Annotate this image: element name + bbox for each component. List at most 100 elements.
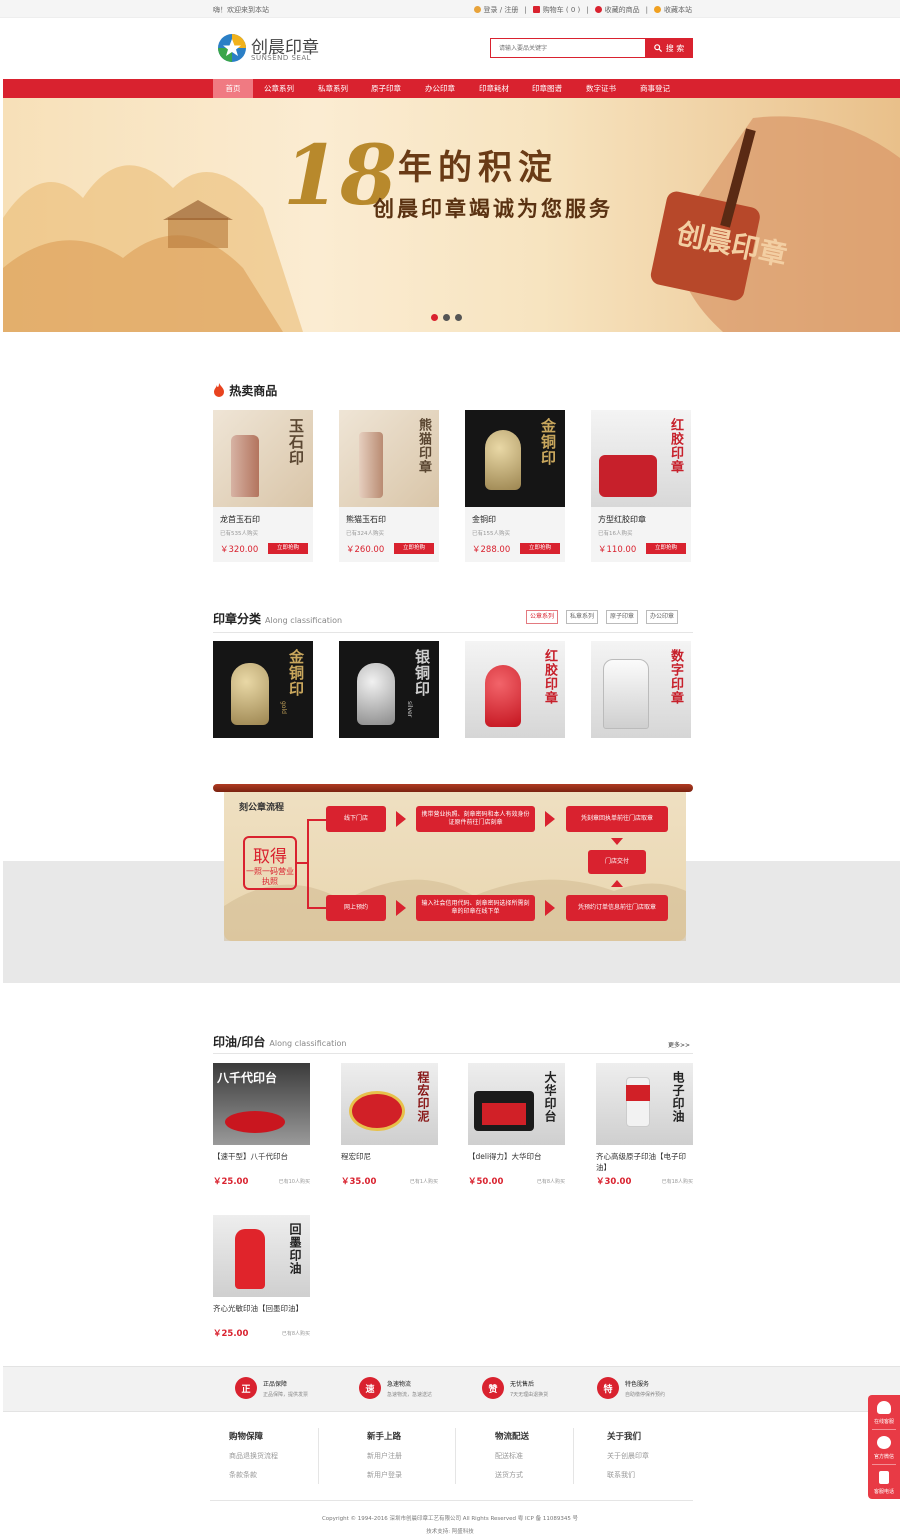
nav-digital-cert[interactable]: 数字证书 — [579, 79, 623, 98]
footer-link[interactable]: 商品退换货流程 — [229, 1451, 278, 1461]
product-price: ￥260.00 — [346, 545, 385, 555]
nav-office-seals[interactable]: 办公印章 — [418, 79, 462, 98]
tab-atomic-seals[interactable]: 原子印章 — [606, 610, 639, 624]
ink-product-card[interactable]: 八千代印台 【速干型】八千代印台 ￥25.00 已有10人购买 — [213, 1063, 310, 1187]
footer-link[interactable]: 关于创晨印章 — [607, 1451, 649, 1461]
cart-link[interactable]: 购物车 ( 0 ) — [532, 5, 580, 15]
category-item[interactable]: 数字印章 — [591, 641, 691, 738]
search-input[interactable] — [490, 38, 645, 58]
product-name: 熊猫玉石印 — [346, 515, 386, 524]
buy-now-button[interactable]: 立即抢购 — [394, 543, 434, 554]
nav-private-seals[interactable]: 私章系列 — [311, 79, 355, 98]
footer-heading: 物流配送 — [495, 1432, 530, 1442]
product-price: ￥288.00 — [472, 545, 511, 555]
footer-column: 新手上路 新用户注册 新用户登录 — [367, 1430, 402, 1489]
product-image-label: 玉石印 — [287, 418, 305, 466]
carousel-dot[interactable] — [443, 314, 450, 321]
online-pickup-step: 凭预约订单信息前往门店取章 — [566, 895, 668, 921]
product-card[interactable]: 玉石印 龙首玉石印 已有535人购买 ￥320.00 立即抢购 — [213, 410, 313, 562]
special-service-icon: 特 — [597, 1377, 619, 1399]
footer-link[interactable]: 送货方式 — [495, 1470, 529, 1480]
tab-office-seals[interactable]: 办公印章 — [646, 610, 679, 624]
footer-link[interactable]: 条款条款 — [229, 1470, 278, 1480]
footer-column: 购物保障 商品退换货流程 条款条款 — [229, 1430, 278, 1489]
nav-atomic-seals[interactable]: 原子印章 — [364, 79, 408, 98]
favorite-products-link[interactable]: 收藏的商品 — [594, 5, 640, 15]
wechat-button[interactable]: 官方微信 — [868, 1430, 900, 1464]
arrow-right-icon — [545, 811, 555, 827]
buy-now-button[interactable]: 立即抢购 — [520, 543, 560, 554]
favorite-site-link[interactable]: 收藏本站 — [654, 5, 692, 15]
product-image: 玉石印 — [213, 410, 313, 507]
login-link[interactable]: 登录 / 注册 — [473, 5, 518, 15]
ink-image-label: 八千代印台 — [217, 1071, 278, 1085]
product-image-label: 熊猫印章 — [416, 418, 431, 474]
carousel-dot[interactable] — [455, 314, 462, 321]
logo-icon[interactable] — [217, 33, 247, 63]
carousel-dots — [431, 314, 462, 321]
ink-product-card[interactable]: 程宏印泥 程宏印尼 ￥35.00 已有1人购买 — [341, 1063, 438, 1187]
footer-link[interactable]: 配送标准 — [495, 1451, 529, 1461]
product-card[interactable]: 红胶印章 方型红胶印章 已有16人购买 ￥110.00 立即抢购 — [591, 410, 691, 562]
footer-link[interactable]: 新用户登录 — [367, 1470, 402, 1480]
store-delivery-step: 门店交付 — [588, 850, 646, 874]
tab-private-seals[interactable]: 私章系列 — [566, 610, 599, 624]
category-image-label: 数字印章 — [668, 649, 683, 705]
product-card[interactable]: 金铜印 金铜印 已有155人购买 ￥288.00 立即抢购 — [465, 410, 565, 562]
product-image-label: 金铜印 — [539, 418, 557, 466]
star-icon — [654, 6, 661, 13]
category-item[interactable]: 红胶印章 — [465, 641, 565, 738]
hero-banner[interactable]: 创晨印章 18 年的积淀 创晨印章竭诚为您服务 — [3, 98, 900, 332]
category-image-label: 红胶印章 — [542, 649, 557, 705]
ink-product-sold: 已有8人购买 — [536, 1178, 565, 1185]
tab-official-seals[interactable]: 公章系列 — [526, 610, 559, 624]
online-service-button[interactable]: 在线客服 — [868, 1395, 900, 1429]
category-item[interactable]: 金铜印 gold — [213, 641, 313, 738]
ink-product-price: ￥35.00 — [341, 1177, 377, 1187]
footer-link[interactable]: 联系我们 — [607, 1470, 649, 1480]
footer-heading: 新手上路 — [367, 1432, 402, 1442]
product-sold: 已有16人购买 — [598, 531, 633, 537]
hot-products-title: 热卖商品 — [213, 382, 277, 399]
nav-official-seals[interactable]: 公章系列 — [257, 79, 301, 98]
nav-business-registration[interactable]: 商事登记 — [633, 79, 677, 98]
ink-product-image: 回墨印油 — [213, 1215, 310, 1297]
ink-product-image: 电子印油 — [596, 1063, 693, 1145]
welcome-text: 嗨！欢迎来到本站 — [213, 6, 269, 14]
buy-now-button[interactable]: 立即抢购 — [268, 543, 308, 554]
online-order-step: 输入社会信用代码、刻章密码选择所需刻章的印章在线下单 — [416, 895, 535, 921]
product-image: 金铜印 — [465, 410, 565, 507]
arrow-down-icon — [611, 838, 623, 845]
search-button[interactable]: 搜 索 — [645, 38, 693, 58]
category-tag: gold — [280, 701, 287, 714]
buy-now-button[interactable]: 立即抢购 — [646, 543, 686, 554]
product-name: 方型红胶印章 — [598, 515, 646, 524]
offline-pickup-step: 凭刻章回执单前往门店取章 — [566, 806, 668, 832]
guarantee-item: 赞 无忧售后 7天无理由退换货 — [482, 1377, 548, 1399]
footer-link[interactable]: 新用户注册 — [367, 1451, 402, 1461]
nav-seal-catalog[interactable]: 印章图谱 — [525, 79, 569, 98]
arrow-right-icon — [545, 900, 555, 916]
product-card[interactable]: 熊猫印章 熊猫玉石印 已有324人购买 ￥260.00 立即抢购 — [339, 410, 439, 562]
product-image: 熊猫印章 — [339, 410, 439, 507]
top-links: 登录 / 注册 | 购物车 ( 0 ) | 收藏的商品 | 收藏本站 — [473, 5, 692, 15]
ink-product-card[interactable]: 回墨印油 齐心光敏印油【回墨印油】 ￥25.00 已有8人购买 — [213, 1215, 310, 1339]
service-guarantee-bar: 正 正品保障 正品保障，提供发票 速 急速物流 急速物流，急速送达 赞 无忧售后 7天… — [3, 1366, 900, 1412]
ink-product-card[interactable]: 大华印台 【deli得力】大华印台 ￥50.00 已有8人购买 — [468, 1063, 565, 1187]
ink-product-sold: 已有10人购买 — [278, 1178, 310, 1185]
product-name: 金铜印 — [472, 515, 496, 524]
online-booking-step: 网上预约 — [326, 895, 386, 921]
product-image-label: 红胶印章 — [668, 418, 683, 474]
ink-product-name: 【速干型】八千代印台 — [213, 1152, 288, 1161]
phone-button[interactable]: 客服电话 — [868, 1465, 900, 1499]
nav-home[interactable]: 首页 — [213, 79, 253, 98]
category-tag: silver — [406, 701, 413, 718]
carousel-dot[interactable] — [431, 314, 438, 321]
product-price: ￥110.00 — [598, 545, 637, 555]
category-item[interactable]: 银铜印 silver — [339, 641, 439, 738]
guarantee-item: 特 特色服务 自助缴停保养预约 — [597, 1377, 665, 1399]
nav-seal-supplies[interactable]: 印章耗材 — [472, 79, 516, 98]
divider — [213, 632, 693, 633]
ink-product-card[interactable]: 电子印油 齐心高级原子印油【电子印油】 ￥30.00 已有18人购买 — [596, 1063, 693, 1187]
more-link[interactable]: 更多>> — [668, 1040, 690, 1049]
